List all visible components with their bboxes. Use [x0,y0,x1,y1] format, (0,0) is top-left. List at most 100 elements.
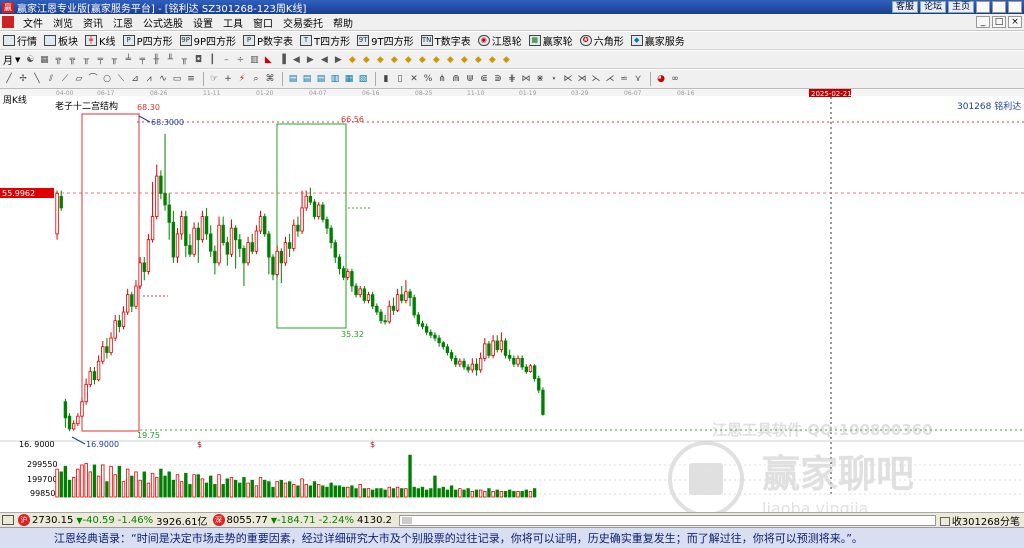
quote-button[interactable]: 行情 [3,33,37,48]
winner-wheel-button[interactable]: ▦ 赢家轮 [528,33,573,48]
table-5-icon[interactable]: ▦ [343,73,355,85]
line-tool-4-icon[interactable]: ╤ [94,54,106,66]
close-button[interactable]: × [1008,1,1022,13]
indicator-15-icon[interactable]: ⋎ [632,73,644,85]
stats-3-icon[interactable]: ✕ [408,73,420,85]
menu-trade-order[interactable]: 交易委托 [278,15,328,30]
table-4-icon[interactable]: ▥ [329,73,341,85]
diamond-8-icon[interactable]: ◆ [444,54,456,66]
diamond-4-icon[interactable]: ◆ [388,54,400,66]
9t-square-button[interactable]: 9T 9T四方形 [357,33,414,48]
indicator-4-icon[interactable]: ⋐ [478,73,490,85]
gann-wheel-button[interactable]: ◉ 江恩轮 [477,33,522,48]
cycle-icon[interactable]: ○ [101,73,113,85]
diamond-6-icon[interactable]: ◆ [416,54,428,66]
triangle-right-icon[interactable]: ▶ [332,54,344,66]
doc-restore-button[interactable]: □ [992,16,1006,28]
p-square-button[interactable]: P P四方形 [122,33,173,48]
indicator-10-icon[interactable]: ⋉ [562,73,574,85]
kline-button[interactable]: ╪ K线 [85,33,116,48]
forum-link[interactable]: 论坛 [919,1,946,13]
indicator-13-icon[interactable]: ⋌ [604,73,616,85]
vertical-line-icon[interactable]: ┃ [206,54,218,66]
menu-help[interactable]: 帮助 [328,15,358,30]
gann-angle-icon[interactable]: ⊿ [129,73,141,85]
indicator-2-icon[interactable]: ⋒ [450,73,462,85]
menu-browse[interactable]: 浏览 [48,15,78,30]
indicator-1-icon[interactable]: ⋔ [436,73,448,85]
diamond-2-icon[interactable]: ◆ [360,54,372,66]
t-square-button[interactable]: T T四方形 [300,33,350,48]
indicator-12-icon[interactable]: ⋋ [590,73,602,85]
color-wheel-icon[interactable]: ◕ [655,73,667,85]
parallel-line-icon[interactable]: ⫽ [45,73,57,85]
homepage-link[interactable]: 主页 [947,1,974,13]
infinity-icon[interactable]: ∞ [669,73,681,85]
indicator-11-icon[interactable]: ⋊ [576,73,588,85]
indicator-5-icon[interactable]: ⋑ [492,73,504,85]
fibonacci-icon[interactable]: ☯ [24,54,36,66]
sector-button[interactable]: 板块 [44,33,78,48]
cursor-hand-icon[interactable]: ☞ [208,73,220,85]
box-tool-icon[interactable]: ▭ [171,73,183,85]
menu-formula-screening[interactable]: 公式选股 [138,15,188,30]
speed-line-icon[interactable]: ⟍ [115,73,127,85]
triangle-left-icon[interactable]: ◀ [318,54,330,66]
stats-2-icon[interactable]: ▯ [394,73,406,85]
winner-service-button[interactable]: ◆ 赢家服务 [630,33,685,48]
table-2-icon[interactable]: ▤ [301,73,313,85]
diamond-7-icon[interactable]: ◆ [430,54,442,66]
line-tool-9-icon[interactable]: ╨ [164,54,176,66]
zigzag-icon[interactable]: ⚡ [236,73,248,85]
hexagon-button[interactable]: ✪ 六角形 [579,33,624,48]
wave-icon[interactable]: ∿ [157,73,169,85]
pattern-icon[interactable]: ⌘ [264,73,276,85]
line-tool-2-icon[interactable]: ╦ [66,54,78,66]
doc-close-button[interactable]: × [1008,16,1022,28]
period-select[interactable]: 月 ▼ [3,52,20,68]
kline-chart[interactable]: 04-00 06-17 08-26 11-11 01-20 04-07 06-1… [0,89,1024,512]
line-tool-5-icon[interactable]: ╥ [108,54,120,66]
menu-settings[interactable]: 设置 [188,15,218,30]
diamond-12-icon[interactable]: ◆ [500,54,512,66]
tick-data-status[interactable]: 收301268分笔 [939,513,1020,527]
diamond-1-icon[interactable]: ◆ [346,54,358,66]
percent-icon[interactable]: % [422,73,434,85]
crosshair-icon[interactable]: + [222,73,234,85]
indicator-3-icon[interactable]: ⋓ [464,73,476,85]
indicator-7-icon[interactable]: ⋈ [520,73,532,85]
line-tool-1-icon[interactable]: ╦ [52,54,64,66]
menu-gann[interactable]: 江恩 [108,15,138,30]
menu-window[interactable]: 窗口 [248,15,278,30]
diamond-5-icon[interactable]: ◆ [402,54,414,66]
document-icon[interactable] [2,16,14,28]
arrow-left-icon[interactable]: ◀ [290,54,302,66]
table-3-icon[interactable]: ▤ [315,73,327,85]
red-marker-icon[interactable]: ◣ [262,54,274,66]
diamond-9-icon[interactable]: ◆ [458,54,470,66]
grid-small-icon[interactable]: ▥ [248,54,260,66]
p-number-table-button[interactable]: P P数字表 [243,33,293,48]
maximize-button[interactable]: □ [992,1,1006,13]
dash-icon[interactable]: – [220,54,232,66]
diamond-11-icon[interactable]: ◆ [486,54,498,66]
diamond-3-icon[interactable]: ◆ [374,54,386,66]
mouse-icon[interactable]: ◘ [192,54,204,66]
minimize-button[interactable]: _ [976,1,990,13]
menu-tools[interactable]: 工具 [218,15,248,30]
table-1-icon[interactable]: ▤ [287,73,299,85]
indicator-8-icon[interactable]: ⋇ [534,73,546,85]
doc-minimize-button[interactable]: _ [976,16,990,28]
gann-fan-icon[interactable]: ⩘ [143,73,155,85]
table-6-icon[interactable]: ▧ [357,73,369,85]
menu-news[interactable]: 资讯 [78,15,108,30]
line-tool-7-icon[interactable]: ╤ [136,54,148,66]
t-number-table-button[interactable]: TN T数字表 [420,33,471,48]
keyboard-icon[interactable] [2,515,14,525]
bar-tool-icon[interactable]: ▐ [276,54,288,66]
indicator-14-icon[interactable]: ⋍ [618,73,630,85]
channel-icon[interactable]: ▱ [73,73,85,85]
diamond-10-icon[interactable]: ◆ [472,54,484,66]
line-tool-3-icon[interactable]: ╥ [80,54,92,66]
grid-icon[interactable]: ▦ [38,54,50,66]
